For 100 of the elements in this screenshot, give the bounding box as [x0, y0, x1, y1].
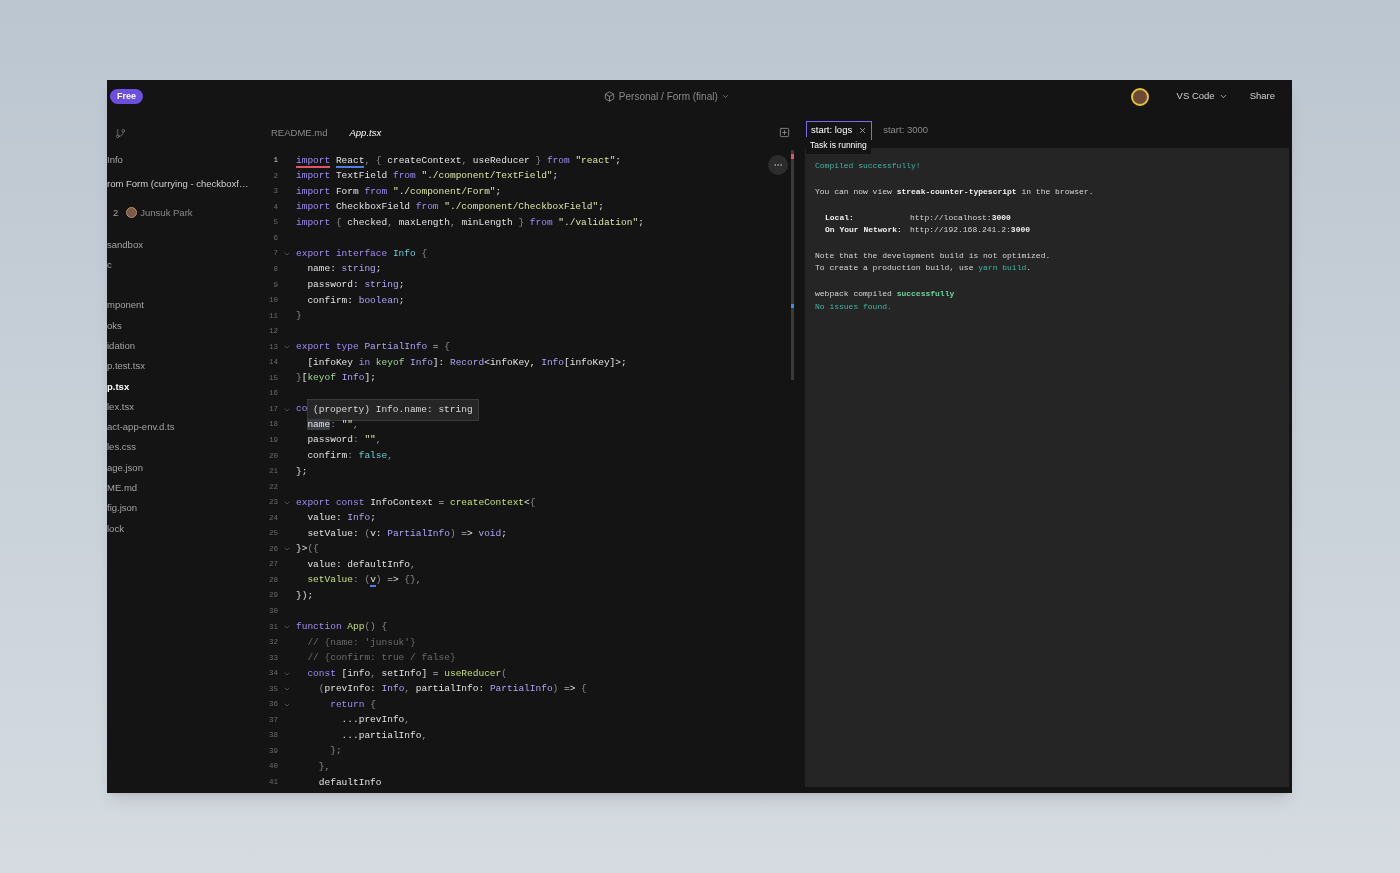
scrollbar[interactable]: [791, 150, 794, 380]
file-tree-item[interactable]: lock: [107, 518, 260, 539]
code-token: v: [370, 573, 376, 588]
status-tooltip: Task is running: [806, 137, 871, 154]
terminal-line: You can now view streak-counter-typescript in the browser.: [815, 185, 1095, 198]
chevron-icon: [1218, 92, 1228, 101]
code-token: return: [329, 697, 366, 712]
code-token: ,: [370, 666, 377, 681]
code-token: ,: [461, 153, 469, 168]
file-tree-item[interactable]: sandbox: [107, 234, 260, 256]
code-token: Form: [334, 184, 360, 199]
share-button[interactable]: Share: [1249, 89, 1275, 104]
terminal-label: On Your Network:: [825, 224, 903, 237]
split-editor-icon[interactable]: [779, 127, 790, 138]
code-token: from: [392, 169, 417, 184]
file-tree-item[interactable]: ME.md: [107, 478, 260, 499]
code-token: ,: [375, 433, 382, 448]
code-token: <infoKey,: [484, 355, 537, 370]
code-token: useReducer: [472, 153, 530, 168]
error-marker: [791, 154, 794, 159]
code-token: PartialInfo: [364, 340, 428, 355]
code-token: Record: [449, 355, 485, 370]
code-token: password: [306, 433, 353, 448]
file-tree-item[interactable]: les.css: [107, 437, 260, 458]
code-token: };: [296, 464, 308, 479]
code-token: import: [296, 169, 331, 184]
code-token: , {: [364, 153, 383, 168]
terminal-tab[interactable]: start: 3000: [878, 121, 934, 140]
code-token: =: [431, 340, 440, 355]
code-token: App: [347, 620, 365, 635]
editor-dropdown[interactable]: VS Code: [1176, 89, 1228, 104]
code-token: () {: [364, 620, 388, 635]
file-tree-item[interactable]: idation: [107, 335, 260, 357]
code-token: // {name: 'junsuk'}: [306, 635, 416, 650]
code-token: }: [296, 371, 302, 386]
code-token: ;: [370, 511, 376, 526]
code-token: ,: [410, 557, 416, 572]
editor-tab[interactable]: App.tsx: [349, 125, 382, 141]
code-token: defaultInfo: [317, 775, 382, 790]
code-token: from: [415, 200, 440, 215]
code-token: Info: [410, 355, 433, 370]
code-token: };: [329, 744, 342, 759]
code-token: {: [420, 246, 428, 261]
file-tree-item[interactable]: p.tsx: [107, 376, 260, 397]
code-token: void: [478, 526, 502, 541]
plan-badge: Free: [110, 88, 143, 105]
code-token: createContext: [387, 153, 462, 168]
code-token: from: [546, 153, 571, 168]
code-token: partialInfo:: [415, 682, 486, 697]
editor-tab[interactable]: README.md: [271, 125, 328, 141]
code-token: export type: [296, 340, 360, 355]
file-tree-item[interactable]: age.json: [107, 457, 260, 478]
code-token: ];: [364, 371, 376, 386]
code-token: name: [306, 417, 331, 432]
code-token: boolean: [358, 293, 399, 308]
cube-icon: [603, 91, 615, 102]
code-token: =>: [461, 526, 474, 541]
code-token: import: [296, 200, 331, 215]
code-token: ): [449, 526, 457, 541]
code-token: maxLength: [398, 215, 450, 230]
code-token: CheckboxField: [334, 200, 412, 215]
code-token: : (: [353, 573, 371, 588]
code-token: (: [501, 666, 507, 681]
code-token: :: [347, 449, 354, 464]
code-token: keyof: [375, 355, 406, 370]
file-tree-item[interactable]: act-app-env.d.ts: [107, 417, 260, 438]
user-avatar[interactable]: [1130, 87, 1149, 106]
file-tree-item[interactable]: fig.json: [107, 498, 260, 519]
branch-icon[interactable]: [115, 127, 126, 139]
code-token: ]:: [432, 355, 446, 370]
code-token: }: [296, 309, 302, 324]
file-tree-item[interactable]: p.test.tsx: [107, 356, 260, 377]
code-token: in: [358, 355, 372, 370]
code-token: export const: [296, 495, 366, 510]
file-tree-item[interactable]: lex.tsx: [107, 396, 260, 418]
code-token: string: [341, 262, 376, 277]
code-token: value:: [306, 511, 343, 526]
project-breadcrumb[interactable]: Personal / Form (final): [618, 89, 730, 104]
code-token: function: [296, 620, 343, 635]
code-token: password:: [306, 278, 360, 292]
code-token: {: [370, 697, 376, 712]
code-token: :: [353, 433, 360, 448]
file-tree-item[interactable]: c: [107, 255, 260, 276]
file-tree-item[interactable]: mponent: [107, 295, 260, 316]
code-token: =>: [387, 573, 400, 588]
more-button[interactable]: [768, 155, 788, 175]
code-token: "": [364, 433, 376, 448]
close-icon[interactable]: [858, 126, 868, 135]
code-token: co: [296, 402, 308, 417]
code-token: PartialInfo: [489, 682, 553, 697]
code-token: ({: [307, 542, 319, 557]
code-token: ;: [598, 200, 604, 215]
code-token: ;: [398, 293, 405, 308]
code-token: =>: [564, 682, 577, 697]
code-token: "./component/CheckboxField": [444, 200, 599, 215]
code-token: });: [296, 588, 314, 603]
code-token: confirm:: [306, 293, 354, 308]
code-token: name:: [306, 262, 337, 277]
file-tree-item[interactable]: oks: [107, 315, 260, 336]
terminal-line: webpack compiled successfully: [815, 287, 956, 300]
